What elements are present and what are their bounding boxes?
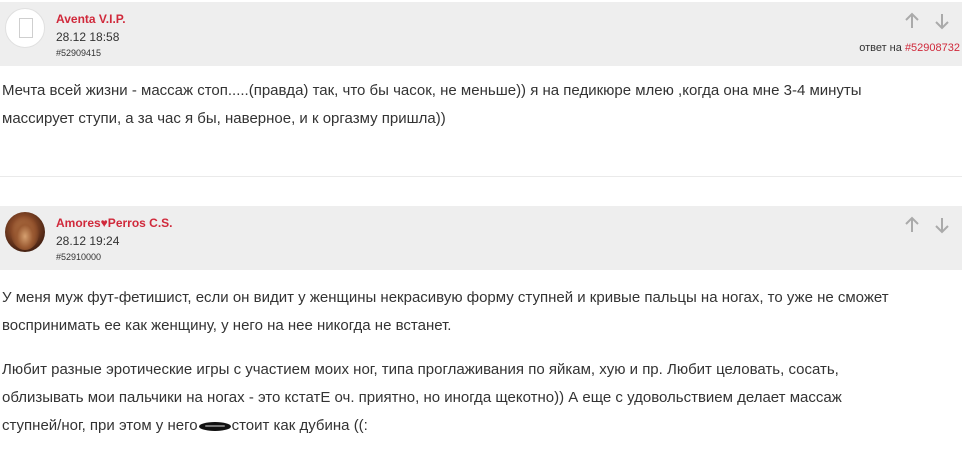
comment-paragraph: Любит разные эротические игры с участием… xyxy=(2,356,957,440)
arrow-down-icon[interactable] xyxy=(933,12,951,30)
comment-paragraph: У меня муж фут-фетишист, если он видит у… xyxy=(2,284,957,340)
comment-username[interactable]: Amores♥Perros C.S. xyxy=(56,216,173,230)
comment-text-line: У меня муж фут-фетишист, если он видит у… xyxy=(2,289,889,306)
arrow-up-icon[interactable] xyxy=(903,216,921,234)
avatar-placeholder[interactable] xyxy=(5,8,45,48)
comment-text-line: Любит разные эротические игры с участием… xyxy=(2,361,839,378)
reply-to-link[interactable]: #52908732 xyxy=(905,42,960,54)
comment-text-line: облизывать мои пальчики на ногах - это к… xyxy=(2,389,842,406)
comment-id[interactable]: #52909415 xyxy=(56,48,101,58)
document-icon xyxy=(19,18,33,38)
comment-date: 28.12 19:24 xyxy=(56,234,120,248)
reply-to: ответ на #52908732 xyxy=(859,42,960,54)
comment-text-line: массирует ступи, а за час я бы, наверное… xyxy=(2,110,446,127)
comment-text-line: воспринимать ее как женщину, у него на н… xyxy=(2,317,452,334)
arrow-down-icon[interactable] xyxy=(933,216,951,234)
comment-date: 28.12 18:58 xyxy=(56,30,120,44)
comment-header: Amores♥Perros C.S. 28.12 19:24 #52910000 xyxy=(0,206,962,270)
comment-divider xyxy=(0,176,962,177)
comment-body: У меня муж фут-фетишист, если он видит у… xyxy=(2,284,957,456)
censor-blot xyxy=(198,421,231,431)
avatar-image xyxy=(11,216,39,250)
comment-header: Aventa V.I.P. 28.12 18:58 #52909415 отве… xyxy=(0,2,962,66)
comment-text-line: ступней/ног, при этом у него xyxy=(2,417,198,434)
reply-prefix: ответ на xyxy=(859,42,902,54)
comment-id[interactable]: #52910000 xyxy=(56,252,101,262)
comment-body: Мечта всей жизни - массаж стоп.....(прав… xyxy=(2,77,957,133)
comment-text-line: Мечта всей жизни - массаж стоп.....(прав… xyxy=(2,82,862,99)
comment-text-line: стоит как дубина ((: xyxy=(231,417,368,434)
avatar[interactable] xyxy=(5,212,45,252)
comment-username[interactable]: Aventa V.I.P. xyxy=(56,12,126,26)
arrow-up-icon[interactable] xyxy=(903,12,921,30)
